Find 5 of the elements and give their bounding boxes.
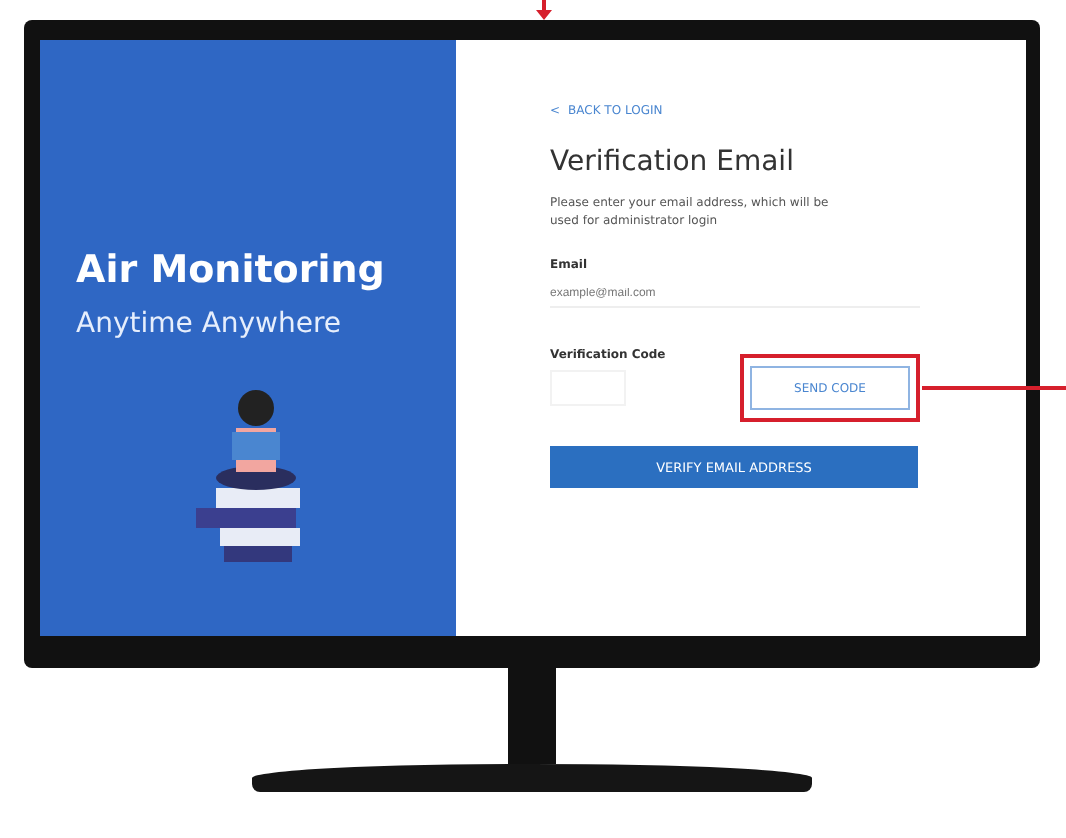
leader-line [922,386,1066,390]
hero-subtitle: Anytime Anywhere [76,308,342,340]
pointer-arrow-icon [534,0,554,20]
page-heading: Verification Email [550,146,794,178]
hero-title: Air Monitoring [76,248,385,292]
